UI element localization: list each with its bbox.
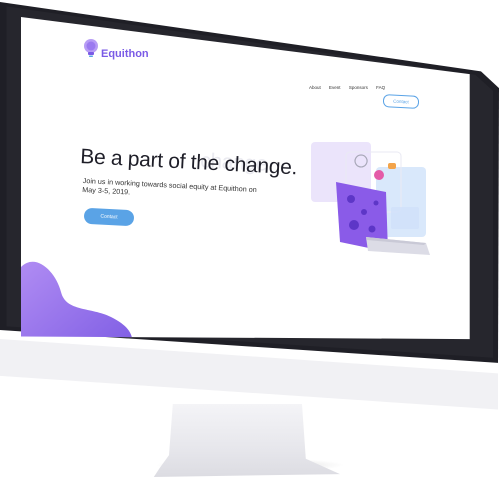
hero-title-text: Be a part of the change. <box>79 145 298 180</box>
nav-link-sponsors[interactable]: Sponsors <box>349 85 368 90</box>
hero-illustration <box>311 142 430 255</box>
nav-link-event[interactable]: Event <box>329 85 341 90</box>
nav-link-about[interactable]: About <box>309 85 321 90</box>
nav-contact-button[interactable]: Contact <box>382 94 420 109</box>
hero-title: change Be a part of the change. <box>80 145 298 180</box>
hero-subtitle: Join us in working towards social equity… <box>82 176 257 197</box>
brand-name[interactable]: Equithon <box>101 48 149 60</box>
main-nav: About Event Sponsors FAQ <box>309 85 392 90</box>
nav-link-faq[interactable]: FAQ <box>376 85 385 90</box>
decorative-blob <box>21 261 133 340</box>
lightbulb-logo-icon <box>84 39 98 57</box>
website-screen: Equithon About Event Sponsors FAQ Contac… <box>21 17 470 340</box>
monitor-stand <box>153 404 340 477</box>
hero-contact-button[interactable]: Contact <box>83 207 135 227</box>
